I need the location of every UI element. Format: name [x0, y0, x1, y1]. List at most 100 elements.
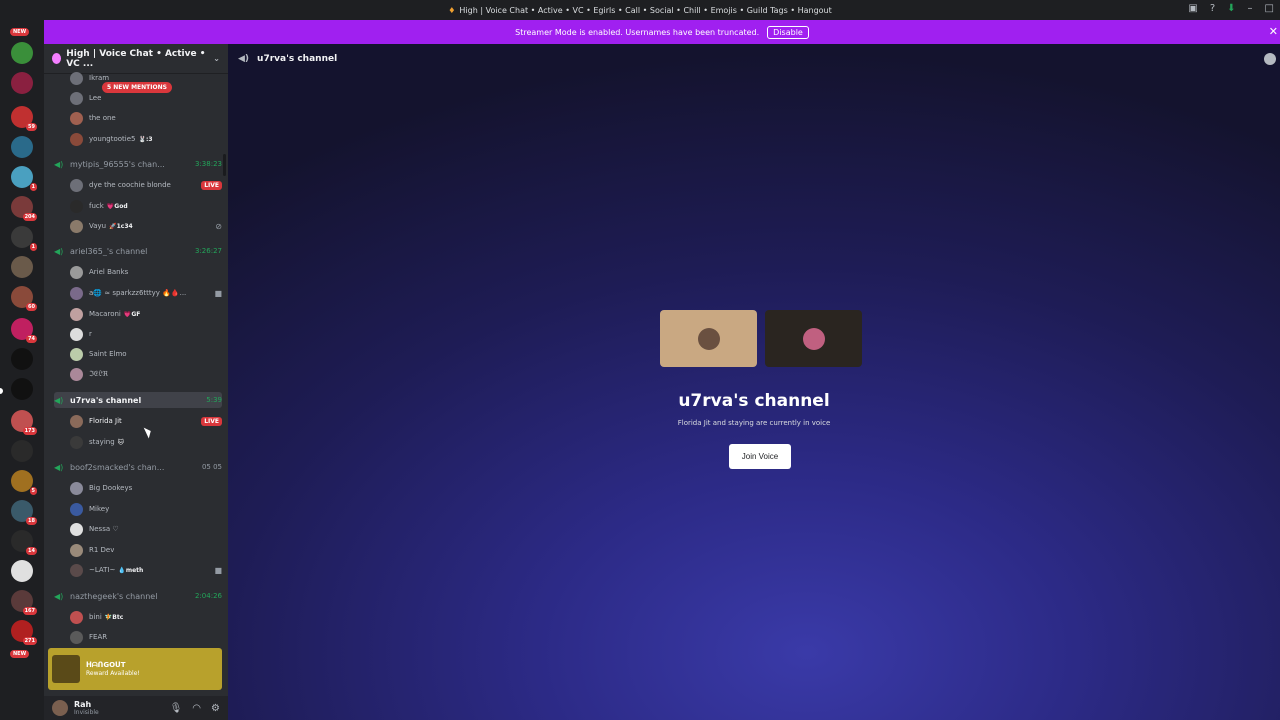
voice-channel-title: u7rva's channel — [678, 391, 830, 411]
live-badge: LIVE — [201, 180, 222, 190]
voice-channel[interactable]: ◀) ariel365_'s channel 3:26:27 — [54, 243, 222, 259]
server-icon[interactable]: 167 — [11, 590, 37, 615]
voice-user[interactable]: Saint Elmo — [70, 346, 222, 362]
unread-badge: 14 — [26, 547, 37, 555]
voice-user[interactable]: Ikram — [70, 70, 222, 86]
server-icon[interactable] — [11, 136, 33, 158]
voice-channel-selected[interactable]: ◀) u7rva's channel 5:39 — [54, 392, 222, 408]
speaker-icon: ◀) — [54, 159, 64, 169]
server-icon[interactable]: 271 — [11, 620, 37, 645]
unread-badge: 5 — [29, 487, 37, 495]
voice-user[interactable]: FEAR — [70, 629, 222, 645]
voice-channel-view: ◀) u7rva's channel u7rva's channel Flori… — [228, 44, 1280, 720]
guild-name: High | Voice Chat • Active • VC ... — [66, 48, 206, 69]
inbox-icon[interactable]: ▣ — [1188, 3, 1197, 14]
download-icon[interactable]: ⬇ — [1227, 3, 1235, 14]
voice-user[interactable]: Mikey — [70, 501, 222, 517]
avatar — [70, 481, 83, 495]
headphones-icon[interactable]: ◠ — [192, 703, 201, 714]
server-icon[interactable] — [11, 42, 33, 64]
voice-user[interactable]: ~LATI~ 💧meth ■ — [70, 562, 222, 578]
join-voice-button[interactable]: Join Voice — [729, 444, 791, 469]
server-icon[interactable] — [11, 256, 33, 278]
voice-user[interactable]: a🌐 ≈ sparkzz6tttyy 🔥🩸... ■ — [70, 285, 222, 301]
chat-bubble-icon[interactable] — [1264, 53, 1276, 65]
server-icon[interactable]: 173 — [11, 410, 37, 435]
voice-channel-subtitle: Florida Jit and staying are currently in… — [677, 419, 831, 427]
avatar — [70, 367, 83, 381]
selected-pip — [0, 388, 3, 394]
voice-channel[interactable]: ◀) nazthegeek's channel 2:04:26 — [54, 588, 222, 604]
voice-channel[interactable]: ◀) mytipis_96555's chan... 3:38:23 — [54, 156, 222, 172]
server-icon[interactable] — [11, 72, 33, 94]
voice-user[interactable]: Ariel Banks — [70, 264, 222, 280]
server-icon[interactable] — [11, 348, 33, 370]
user-tag: 💗GF — [123, 310, 141, 318]
new-unread-pill[interactable]: NEW — [10, 28, 30, 36]
server-icon[interactable] — [11, 440, 33, 462]
microphone-icon[interactable]: 🎙︎ — [170, 703, 183, 714]
sidebar-scrollbar[interactable] — [223, 154, 226, 176]
minimize-icon[interactable]: – — [1248, 3, 1253, 14]
voice-user[interactable]: Big Dookeys — [70, 480, 222, 496]
voice-user[interactable]: Macaroni 💗GF — [70, 306, 222, 322]
quest-reward-banner[interactable]: ᕼᗩᑎGOᑌT Reward Available! — [48, 648, 222, 690]
unread-badge: 60 — [26, 303, 37, 311]
gear-icon[interactable]: ⚙ — [211, 703, 220, 714]
help-icon[interactable]: ? — [1210, 3, 1215, 14]
voice-user[interactable]: r — [70, 326, 222, 342]
avatar — [70, 91, 83, 105]
voice-user[interactable]: staying 🐱 — [70, 434, 222, 450]
avatar — [70, 630, 83, 644]
server-icon[interactable]: 60 — [11, 286, 37, 311]
server-icon[interactable]: 18 — [11, 500, 37, 525]
unread-badge: 1 — [29, 243, 37, 251]
server-icon[interactable]: 1 — [11, 166, 37, 191]
unread-badge: 74 — [26, 335, 37, 343]
new-unread-pill[interactable]: NEW — [10, 650, 30, 658]
voice-user[interactable]: youngtootie5 🐰:3 — [70, 131, 222, 147]
disable-streamer-button[interactable]: Disable — [767, 25, 809, 39]
close-icon[interactable]: ✕ — [1269, 25, 1278, 38]
avatar — [70, 199, 83, 213]
server-icon[interactable]: 14 — [11, 530, 37, 555]
avatar — [70, 347, 83, 361]
camera-icon: ■ — [214, 288, 222, 298]
avatar — [70, 111, 83, 125]
voice-user[interactable]: dye the coochie blonde LIVE — [70, 177, 222, 193]
voice-user[interactable]: Vayu 🚀1c34 ⊘ — [70, 218, 222, 234]
server-icon[interactable] — [11, 560, 33, 582]
server-icon[interactable]: 1 — [11, 226, 37, 251]
voice-user[interactable]: the one — [70, 110, 222, 126]
server-icon[interactable]: 204 — [11, 196, 37, 221]
voice-user[interactable]: ℑ𝔈𝔏ℜ — [70, 366, 222, 382]
quest-icon — [52, 655, 80, 683]
voice-user[interactable]: Nessa ♡ — [70, 521, 222, 537]
server-icon[interactable]: 59 — [11, 106, 37, 131]
server-icon[interactable] — [11, 378, 33, 400]
unread-badge: 173 — [22, 427, 37, 435]
avatar — [70, 610, 83, 624]
voice-user[interactable]: R1 Dev — [70, 542, 222, 558]
avatar — [70, 327, 83, 341]
user-tag: 🚀1c34 — [109, 222, 133, 230]
unread-badge: 204 — [22, 213, 37, 221]
server-icon[interactable]: 5 — [11, 470, 37, 495]
participant-tile[interactable] — [765, 310, 862, 367]
flame-icon: ♦ — [448, 5, 456, 15]
avatar — [70, 522, 83, 536]
voice-user[interactable]: fuck 💗God — [70, 198, 222, 214]
guild-icon — [52, 53, 62, 64]
user-panel: Rah Invisible 🎙︎ ◠ ⚙ — [44, 696, 228, 720]
voice-user[interactable]: Lee — [70, 90, 222, 106]
maximize-icon[interactable]: □ — [1265, 3, 1274, 14]
deafened-icon: ⊘ — [215, 221, 222, 231]
channel-header: ◀) u7rva's channel — [228, 44, 1280, 74]
voice-user[interactable]: bini 🧚Btc — [70, 609, 222, 625]
my-username[interactable]: Rah — [74, 700, 99, 709]
avatar — [697, 327, 720, 350]
avatar[interactable] — [52, 700, 68, 716]
participant-tile[interactable] — [660, 310, 757, 367]
voice-channel[interactable]: ◀) boof2smacked's chan... 05 05 — [54, 459, 222, 475]
server-icon[interactable]: 74 — [11, 318, 37, 343]
